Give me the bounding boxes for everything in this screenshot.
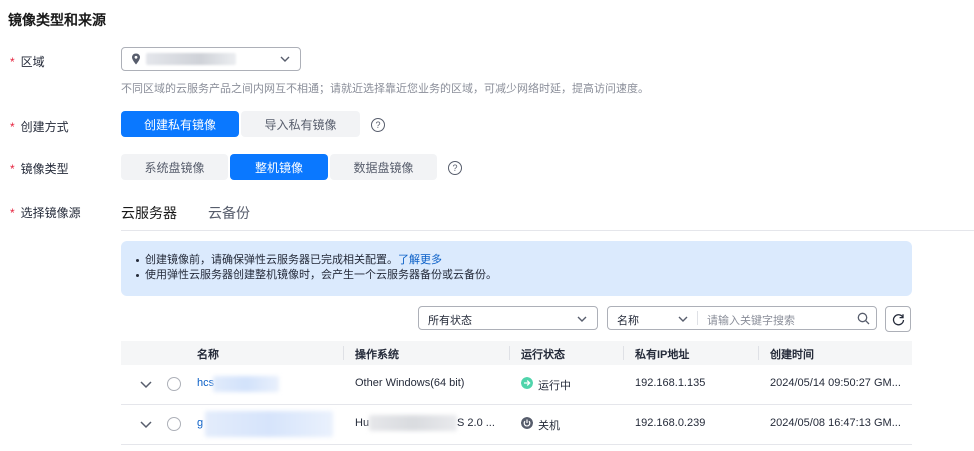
power-off-icon [521,417,533,429]
row-radio[interactable] [167,417,181,431]
tab-cloud-backup[interactable]: 云备份 [208,203,250,223]
status-text: 关机 [538,420,560,432]
alert-item: 创建镜像前，请确保弹性云服务器已完成相关配置。了解更多 [136,253,497,268]
image-source-label: * 选择镜像源 [10,206,81,220]
create-method-label: * 创建方式 [10,120,69,134]
column-header-name: 名称 [197,349,219,361]
ip-cell: 192.168.0.239 [635,417,706,429]
column-header-os: 操作系统 [355,349,399,361]
ip-cell: 192.168.1.135 [635,377,706,389]
location-pin-icon [132,53,140,65]
region-value-redacted [146,53,236,65]
refresh-button[interactable] [885,306,911,332]
search-icon[interactable] [857,312,870,325]
chevron-down-icon [577,316,587,322]
table-row[interactable]: hcs Other Windows(64 bit) 运行中 192.168.1.… [121,365,912,405]
data-disk-image-button[interactable]: 数据盘镜像 [330,154,437,180]
os-cell: Other Windows(64 bit) [355,377,465,389]
column-separator [509,346,510,360]
refresh-icon [892,314,905,326]
column-separator [623,346,624,360]
region-select[interactable] [121,47,301,71]
create-private-image-button[interactable]: 创建私有镜像 [121,111,239,137]
status-text: 运行中 [538,380,571,392]
region-hint: 不同区域的云服务产品之间内网互不相通；请就近选择靠近您业务的区域，可减少网络时延… [121,83,649,95]
search-field-select[interactable]: 名称 [617,312,639,328]
search-input[interactable]: 请输入关键字搜索 [707,312,795,328]
info-alert: 创建镜像前，请确保弹性云服务器已完成相关配置。了解更多 使用弹性云服务器创建整机… [121,241,912,296]
table-row[interactable]: g Hu S 2.0 ... 关机 192.168.0.239 2024/05/… [121,405,912,445]
os-redacted [369,415,457,431]
column-header-status: 运行状态 [521,349,565,361]
region-label: * 区域 [10,55,45,69]
instance-name-link[interactable]: hcs [197,377,214,389]
status-filter-select[interactable]: 所有状态 [418,306,598,330]
system-disk-image-button[interactable]: 系统盘镜像 [121,154,228,180]
required-mark: * [10,206,15,220]
chevron-down-icon [280,56,290,62]
column-header-ip: 私有IP地址 [635,349,690,361]
row-radio[interactable] [167,377,181,391]
os-cell-suffix: S 2.0 ... [457,417,495,429]
table-header: 名称 操作系统 运行状态 私有IP地址 创建时间 [121,341,912,365]
learn-more-link[interactable]: 了解更多 [398,254,442,266]
tab-cloud-server[interactable]: 云服务器 [121,203,177,223]
created-time-cell: 2024/05/14 09:50:27 GM... [770,377,901,389]
alert-item: 使用弹性云服务器创建整机镜像时，会产生一个云服务器备份或云备份。 [136,269,497,281]
column-header-created: 创建时间 [770,349,814,361]
os-cell-prefix: Hu [355,417,370,429]
chevron-down-icon[interactable] [677,314,689,324]
tab-divider [121,230,974,231]
required-mark: * [10,55,15,69]
chevron-down-icon[interactable] [139,419,153,431]
chevron-down-icon[interactable] [139,379,153,391]
search-box: 名称 请输入关键字搜索 [607,306,877,330]
name-redacted [205,411,333,437]
column-separator [758,346,759,360]
full-machine-image-button[interactable]: 整机镜像 [230,154,328,180]
search-divider [697,311,698,325]
name-redacted [213,376,279,392]
section-title: 镜像类型和来源 [8,12,106,28]
help-icon[interactable]: ? [448,161,462,175]
required-mark: * [10,120,15,134]
column-separator [343,346,344,360]
required-mark: * [10,162,15,176]
running-status-icon [521,377,533,389]
import-private-image-button[interactable]: 导入私有镜像 [241,111,360,137]
created-time-cell: 2024/05/08 16:47:13 GM... [770,417,901,429]
image-type-label: * 镜像类型 [10,162,69,176]
help-icon[interactable]: ? [371,118,385,132]
instance-name-link[interactable]: g [197,417,203,429]
